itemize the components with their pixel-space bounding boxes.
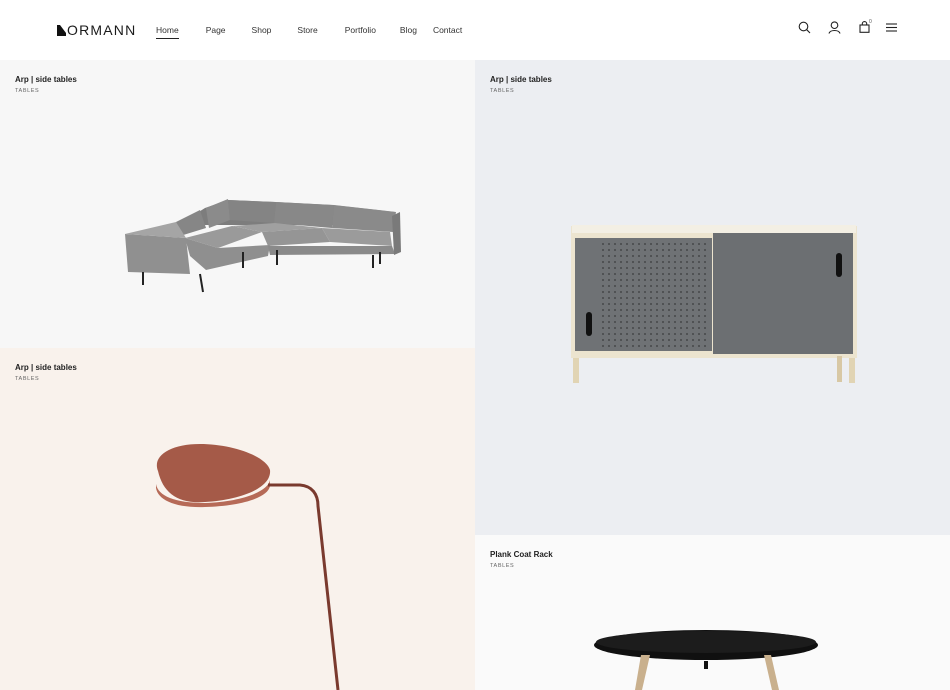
nav-shop[interactable]: Shop — [252, 25, 272, 35]
product-card[interactable]: Arp | side tables TABLES — [0, 348, 475, 690]
header-tools: 0 — [798, 19, 908, 37]
logo-text: ORMANN — [67, 22, 137, 38]
product-title[interactable]: Arp | side tables — [15, 363, 77, 372]
product-title[interactable]: Arp | side tables — [15, 75, 77, 84]
nav-home[interactable]: Home — [156, 25, 179, 39]
nav-blog[interactable]: Blog — [400, 25, 417, 35]
nav-contact[interactable]: Contact — [433, 25, 462, 35]
product-card[interactable]: Plank Coat Rack TABLES — [475, 535, 950, 690]
search-icon[interactable] — [798, 21, 811, 34]
nav-page[interactable]: Page — [206, 25, 226, 35]
floor-lamp-image — [156, 444, 340, 690]
product-category: TABLES — [490, 88, 515, 94]
product-title[interactable]: Arp | side tables — [490, 75, 552, 84]
product-card[interactable]: Arp | side tables TABLES — [475, 60, 950, 535]
user-icon[interactable] — [828, 21, 841, 34]
nav-store[interactable]: Store — [297, 25, 317, 35]
logo-mark-icon — [57, 24, 66, 36]
product-category: TABLES — [490, 563, 515, 569]
sofa-image — [125, 199, 401, 293]
product-title[interactable]: Plank Coat Rack — [490, 550, 553, 559]
cart-count: 0 — [869, 19, 872, 25]
main-nav: Home Page Shop Store Portfolio Blog Cont… — [156, 25, 462, 39]
product-card[interactable]: Arp | side tables TABLES — [0, 60, 475, 348]
logo[interactable]: ORMANN — [57, 22, 136, 38]
product-category: TABLES — [15, 376, 40, 382]
menu-icon[interactable] — [886, 23, 897, 32]
sideboard-image — [571, 225, 857, 383]
cart-icon[interactable]: 0 — [859, 19, 872, 33]
product-category: TABLES — [15, 88, 40, 94]
nav-portfolio[interactable]: Portfolio — [345, 25, 376, 35]
site-header: ORMANN Home Page Shop Store Portfolio Bl… — [0, 0, 950, 60]
